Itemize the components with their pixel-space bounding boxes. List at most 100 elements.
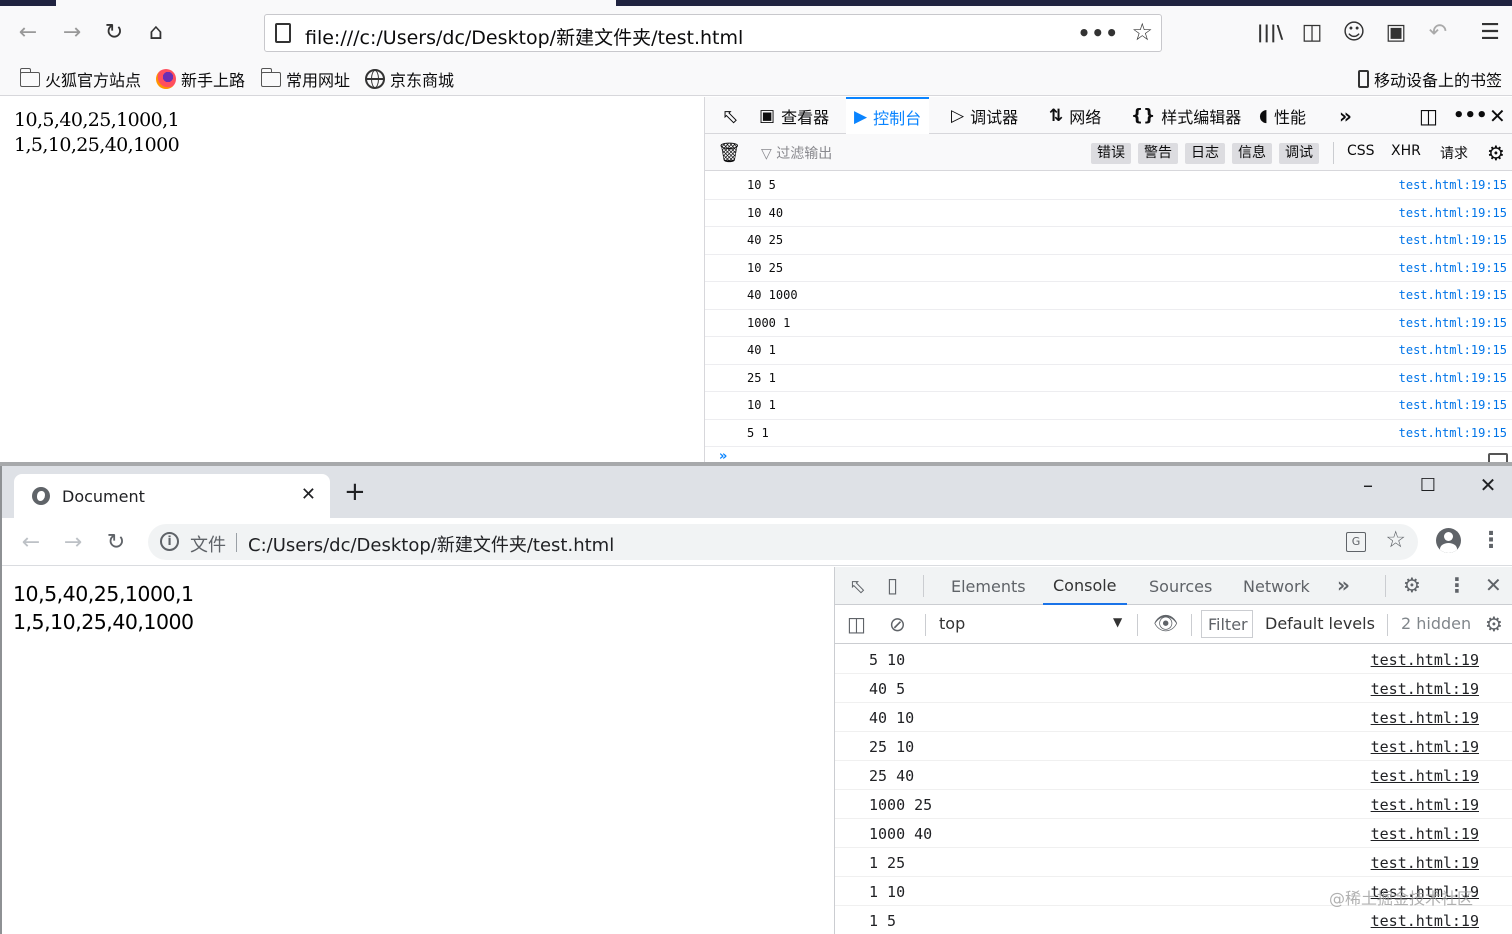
tab-performance[interactable]: ◖ 性能: [1259, 97, 1306, 134]
level-warning-button[interactable]: 警告: [1138, 143, 1178, 164]
bookmark-item[interactable]: 火狐官方站点: [19, 67, 142, 91]
level-error-button[interactable]: 错误: [1091, 143, 1131, 164]
close-tab-icon[interactable]: ✕: [301, 484, 316, 505]
filter-requests-button[interactable]: 请求: [1440, 143, 1468, 163]
console-source-link[interactable]: test.html:19:15: [1399, 316, 1507, 330]
account-icon[interactable]: ☺: [1338, 16, 1370, 48]
more-tabs-icon[interactable]: »: [1339, 97, 1352, 134]
devtools-menu-icon[interactable]: ⋮: [1447, 573, 1467, 597]
back-icon[interactable]: ←: [12, 16, 44, 48]
tab-debugger[interactable]: ▷ 调试器: [951, 97, 1018, 134]
maximize-icon[interactable]: ☐: [1408, 470, 1448, 500]
library-icon[interactable]: |||\: [1254, 16, 1286, 48]
sidebar-toggle-icon[interactable]: ◫: [847, 612, 866, 636]
home-icon[interactable]: ⌂: [140, 16, 172, 48]
console-source-link[interactable]: test.html:19: [1371, 738, 1479, 756]
page-actions-icon[interactable]: •••: [1078, 21, 1119, 45]
log-levels-dropdown[interactable]: Default levels: [1265, 614, 1375, 633]
sidebar-icon[interactable]: ◫: [1296, 16, 1328, 48]
tab-network[interactable]: Network: [1243, 567, 1310, 605]
more-tabs-icon[interactable]: »: [1337, 573, 1350, 597]
chrome-menu-icon[interactable]: ⋮: [1480, 528, 1502, 553]
console-source-link[interactable]: test.html:19:15: [1399, 426, 1507, 440]
element-picker-icon[interactable]: ⬁: [713, 97, 747, 134]
console-settings-icon[interactable]: ⚙: [1485, 612, 1503, 636]
console-source-link[interactable]: test.html:19:15: [1399, 371, 1507, 385]
forward-icon[interactable]: →: [58, 528, 88, 556]
console-source-link[interactable]: test.html:19:15: [1399, 206, 1507, 220]
console-source-link[interactable]: test.html:19:15: [1399, 261, 1507, 275]
filter-input[interactable]: Filter: [1201, 610, 1253, 638]
console-source-link[interactable]: test.html:19: [1371, 825, 1479, 843]
console-source-link[interactable]: test.html:19: [1371, 854, 1479, 872]
mobile-bookmarks[interactable]: 移动设备上的书签: [1358, 67, 1502, 91]
bookmark-item[interactable]: 京东商城: [365, 67, 454, 91]
clear-console-icon[interactable]: ⊘: [889, 612, 906, 636]
console-source-link[interactable]: test.html:19: [1371, 680, 1479, 698]
bookmark-item[interactable]: 常用网址: [260, 67, 350, 91]
console-source-link[interactable]: test.html:19: [1371, 651, 1479, 669]
device-toolbar-icon[interactable]: ▯: [887, 573, 898, 597]
console-message-text: 1 10: [869, 883, 906, 901]
console-source-link[interactable]: test.html:19:15: [1399, 233, 1507, 247]
console-source-link[interactable]: test.html:19:15: [1399, 288, 1507, 302]
console-source-link[interactable]: test.html:19:15: [1399, 178, 1507, 192]
console-source-link[interactable]: test.html:19: [1371, 709, 1479, 727]
tab-console[interactable]: ▶ 控制台: [846, 97, 930, 134]
bookmark-item[interactable]: 新手上路: [156, 67, 245, 91]
reload-icon[interactable]: ↻: [98, 16, 130, 48]
bookmark-star-icon[interactable]: ☆: [1131, 18, 1153, 46]
url-bar[interactable]: file:///c:/Users/dc/Desktop/新建文件夹/test.h…: [264, 14, 1162, 52]
omnibox[interactable]: i 文件 C:/Users/dc/Desktop/新建文件夹/test.html…: [148, 524, 1418, 560]
level-log-button[interactable]: 日志: [1185, 143, 1225, 164]
console-message-row: 10 1 test.html:19:15: [705, 392, 1512, 420]
console-source-link[interactable]: test.html:19: [1371, 767, 1479, 785]
bookmark-label: 火狐官方站点: [45, 71, 142, 90]
filter-css-button[interactable]: CSS: [1347, 143, 1375, 159]
style-editor-icon: {}: [1131, 105, 1156, 126]
level-debug-button[interactable]: 调试: [1279, 143, 1319, 164]
filter-xhr-button[interactable]: XHR: [1391, 143, 1421, 159]
profile-avatar-icon[interactable]: [1436, 528, 1461, 553]
console-prompt-icon[interactable]: »: [719, 449, 727, 463]
trash-icon[interactable]: 🗑: [717, 134, 741, 171]
tab-console[interactable]: Console: [1043, 567, 1127, 605]
chrome-tab[interactable]: Document ✕: [14, 474, 330, 518]
filter-output-input[interactable]: ▽ 过滤输出: [761, 143, 832, 163]
close-devtools-icon[interactable]: ✕: [1485, 573, 1502, 597]
tab-inspector[interactable]: ▣ 查看器: [759, 97, 829, 134]
console-message-row: 1 25 test.html:19: [835, 848, 1512, 877]
back-icon[interactable]: ←: [16, 528, 46, 556]
tab-elements[interactable]: Elements: [951, 567, 1026, 605]
live-expression-eye-icon[interactable]: 👁: [1153, 611, 1178, 635]
console-source-link[interactable]: test.html:19: [1371, 912, 1479, 930]
new-tab-icon[interactable]: +: [344, 479, 366, 505]
screenshot-icon[interactable]: ▣: [1380, 16, 1412, 48]
menu-icon[interactable]: ☰: [1474, 16, 1506, 48]
settings-gear-icon[interactable]: ⚙: [1487, 134, 1505, 171]
tab-network[interactable]: ⇅ 网络: [1049, 97, 1101, 134]
settings-gear-icon[interactable]: ⚙: [1403, 573, 1421, 597]
chrome-window: Document ✕ + – ☐ ✕ ← → ↻ i 文件 C:/Users/d…: [0, 466, 1512, 934]
console-message-row: 40 1000 test.html:19:15: [705, 282, 1512, 310]
inspect-element-icon[interactable]: ⬁: [849, 574, 866, 598]
info-icon[interactable]: i: [160, 532, 179, 551]
tab-sources[interactable]: Sources: [1149, 567, 1212, 605]
minimize-icon[interactable]: –: [1348, 470, 1388, 500]
bookmark-star-icon[interactable]: ☆: [1385, 527, 1406, 553]
console-source-link[interactable]: test.html:19:15: [1399, 398, 1507, 412]
close-window-icon[interactable]: ✕: [1468, 470, 1508, 500]
console-source-link[interactable]: test.html:19:15: [1399, 343, 1507, 357]
undo-icon[interactable]: ↶: [1422, 16, 1454, 48]
reload-icon[interactable]: ↻: [101, 528, 131, 556]
close-devtools-icon[interactable]: ✕: [1489, 97, 1506, 134]
tab-style-editor[interactable]: {} 样式编辑器: [1131, 97, 1241, 134]
devtools-menu-icon[interactable]: •••: [1453, 97, 1488, 134]
responsive-design-icon[interactable]: ◫: [1419, 97, 1438, 134]
forward-icon[interactable]: →: [56, 16, 88, 48]
context-selector[interactable]: top: [939, 614, 965, 633]
dropdown-arrow-icon[interactable]: ▼: [1113, 615, 1122, 629]
translate-icon[interactable]: G: [1346, 532, 1366, 552]
console-source-link[interactable]: test.html:19: [1371, 796, 1479, 814]
level-info-button[interactable]: 信息: [1232, 143, 1272, 164]
